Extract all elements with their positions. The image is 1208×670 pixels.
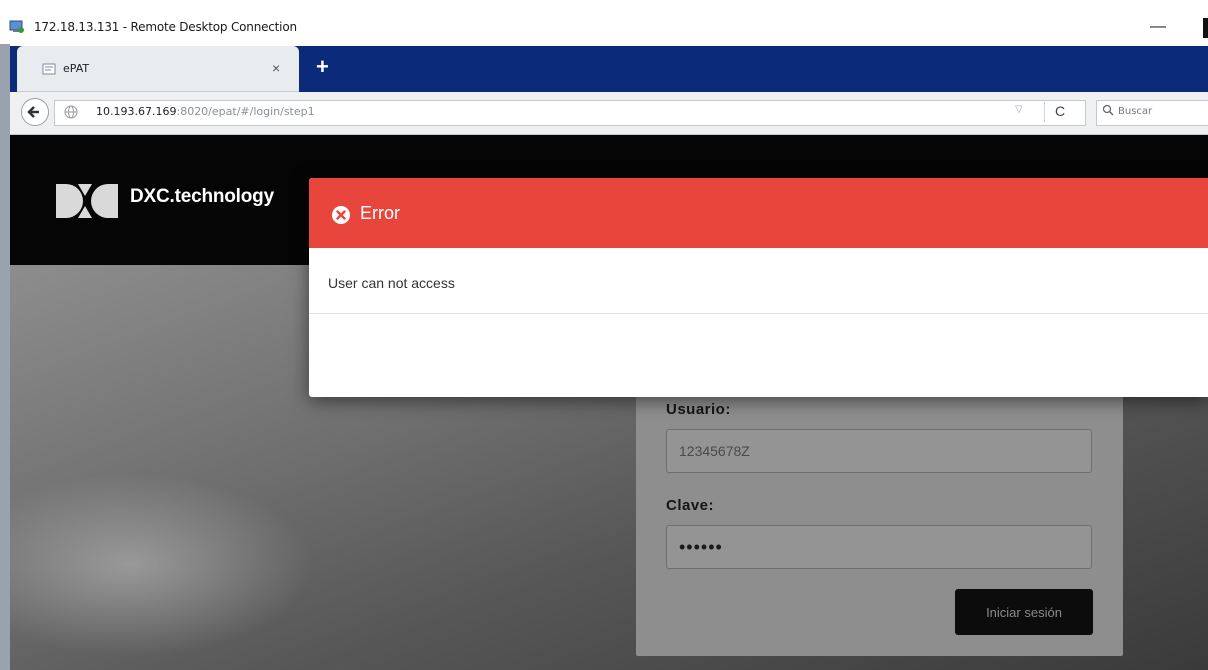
url-host: 10.193.67.169	[96, 105, 177, 118]
error-message: User can not access	[328, 275, 455, 291]
desktop-edge	[0, 44, 10, 670]
back-arrow-icon	[27, 106, 39, 118]
brand-name: DXC.technology	[130, 186, 274, 207]
url-divider	[1044, 102, 1045, 122]
globe-icon	[64, 105, 78, 119]
new-tab-button[interactable]: +	[316, 54, 329, 80]
password-field[interactable]: ••••••	[666, 525, 1092, 569]
login-button[interactable]: Iniciar sesión	[955, 589, 1093, 635]
error-dialog-title: Error	[360, 203, 400, 223]
tab-epat[interactable]	[17, 46, 299, 92]
reload-icon[interactable]: C	[1055, 103, 1065, 119]
back-button[interactable]	[21, 98, 49, 126]
username-field[interactable]: 12345678Z	[666, 429, 1092, 473]
window-edge	[1203, 18, 1208, 38]
dialog-divider	[309, 313, 1208, 314]
search-icon	[1102, 104, 1114, 116]
page-icon	[42, 63, 56, 75]
tab-close-icon[interactable]: ×	[272, 60, 280, 76]
minimize-button[interactable]: —	[1150, 18, 1166, 36]
error-icon	[332, 206, 350, 224]
password-label: Clave:	[666, 497, 715, 514]
username-label: Usuario:	[666, 401, 731, 418]
remote-desktop-icon	[9, 20, 24, 33]
search-placeholder: Buscar	[1118, 106, 1153, 117]
url-text: 10.193.67.169:8020/epat/#/login/step1	[96, 105, 315, 118]
window-title: 172.18.13.131 - Remote Desktop Connectio…	[34, 20, 297, 34]
dxc-logo-icon	[56, 184, 118, 218]
error-dialog-header	[309, 178, 1208, 248]
tab-title: ePAT	[63, 62, 90, 75]
url-dropdown-icon[interactable]: ▽	[1015, 104, 1023, 115]
url-path: :8020/epat/#/login/step1	[176, 105, 315, 118]
